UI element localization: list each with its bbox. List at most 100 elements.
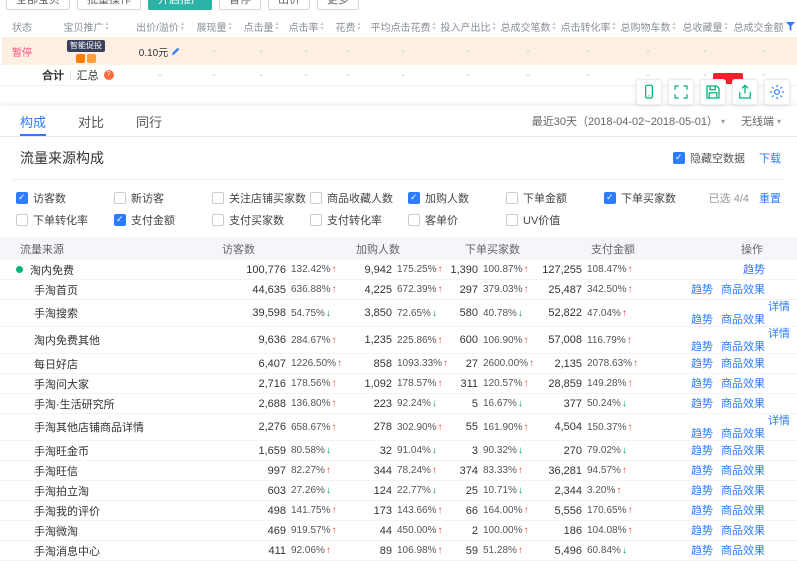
ad-column-header[interactable]: 总收藏量▴▾ [678,19,732,34]
ad-column-header[interactable]: 点击转化率▴▾ [558,19,618,34]
selected-count: 已选 4/4 [709,190,749,206]
ad-column-header[interactable]: 展现量▴▾ [190,19,238,34]
filter-checkbox[interactable] [16,192,28,204]
date-range-select[interactable]: 最近30天（2018-04-02~2018-05-01） ▾ [532,113,725,129]
ad-toolbar-button[interactable]: 更多 [317,0,359,10]
action-link[interactable]: 商品效果 [721,398,765,410]
cart-cell: 89106.98%↑ [348,545,450,557]
action-link[interactable]: 趋势 [691,485,713,497]
action-link[interactable]: 商品效果 [721,358,765,370]
tab-peers[interactable]: 同行 [136,106,162,136]
share-button[interactable] [732,79,758,105]
filter-checkbox[interactable] [114,214,126,226]
filter-checkbox[interactable] [408,192,420,204]
hide-empty-checkbox[interactable] [673,152,685,164]
action-link[interactable]: 商品效果 [721,314,765,326]
action-link[interactable]: 详情 [768,328,790,340]
tab-composition[interactable]: 构成 [20,106,46,136]
action-link[interactable]: 商品效果 [721,284,765,296]
action-link[interactable]: 商品效果 [721,525,765,537]
ad-column-header[interactable]: 宝贝推广▴▾ [42,19,130,34]
filter-checkbox[interactable] [16,214,28,226]
action-link[interactable]: 详情 [768,301,790,313]
change-percent: 284.67% [291,335,330,346]
ad-column-header[interactable]: 出价/溢价▴▾ [130,19,190,34]
filter-checkbox[interactable] [212,214,224,226]
action-link[interactable]: 趋势 [691,341,713,353]
action-link[interactable]: 趋势 [691,545,713,557]
ad-column-header[interactable]: 平均点击花费▴▾ [368,19,438,34]
ad-column-header[interactable]: 投入产出比▴▾ [438,19,498,34]
filter-checkbox[interactable] [310,214,322,226]
save-button[interactable] [700,79,726,105]
action-link[interactable]: 趋势 [691,505,713,517]
action-link[interactable]: 商品效果 [721,428,765,440]
action-link[interactable]: 趋势 [691,525,713,537]
empty-value: - [158,70,161,81]
ad-column-label: 投入产出比 [440,19,490,34]
terminal-select[interactable]: 无线端 ▾ [741,113,781,129]
column-header-order-buyers: 下单买家数 [450,241,530,257]
filter-checkbox[interactable] [114,192,126,204]
filter-checkbox[interactable] [506,192,518,204]
info-icon[interactable]: ? [104,70,114,80]
ad-column-header[interactable]: 点击率▴▾ [284,19,328,34]
action-links-top: 详情 [768,415,797,427]
trend-up-arrow: ↑ [326,465,331,476]
action-link[interactable]: 详情 [768,415,790,427]
action-link[interactable]: 商品效果 [721,465,765,477]
reset-link[interactable]: 重置 [759,190,781,206]
action-link[interactable]: 趋势 [691,398,713,410]
filter-checkbox[interactable] [506,214,518,226]
ad-column-header[interactable]: 点击量▴▾ [238,19,284,34]
ad-column-header[interactable]: 总购物车数▴▾ [618,19,678,34]
ad-toolbar-button[interactable]: 暂停 [219,0,261,10]
action-link[interactable]: 商品效果 [721,545,765,557]
filter-checkbox[interactable] [212,192,224,204]
action-link[interactable]: 商品效果 [721,341,765,353]
tab-label: 对比 [78,112,104,131]
fullscreen-icon [672,83,690,101]
action-link[interactable]: 趋势 [691,428,713,440]
action-link[interactable]: 商品效果 [721,505,765,517]
ad-column-header[interactable]: 总成交笔数▴▾ [498,19,558,34]
ad-column-header[interactable]: 花费▴▾ [328,19,368,34]
ad-toolbar-button[interactable]: 开启推广 [148,0,212,10]
change-percent: 2600.00% [483,358,528,369]
empty-value: - [259,46,262,57]
metric-change: 82.27%↑ [291,465,331,476]
action-link[interactable]: 趋势 [691,378,713,390]
bid-amount: 0.10元 [139,44,168,59]
ad-column-header[interactable]: 总成交金额 [732,19,796,34]
action-link[interactable]: 商品效果 [721,485,765,497]
mobile-preview-button[interactable] [636,79,662,105]
table-row: 淘内免费其他9,636284.67%↑1,235225.86%↑600106.9… [0,327,797,354]
action-link[interactable]: 趋势 [691,465,713,477]
ad-toolbar-button[interactable]: 出价 [268,0,310,10]
action-link[interactable]: 趋势 [691,358,713,370]
action-link[interactable]: 趋势 [743,264,765,276]
trend-up-arrow: ↑ [627,335,632,346]
ad-column-header[interactable]: 状态 [2,19,42,34]
ad-toolbar-button[interactable]: 批量操作 [77,0,141,10]
action-link[interactable]: 商品效果 [721,378,765,390]
edit-pencil-icon[interactable] [171,46,181,56]
filter-checkbox[interactable] [408,214,420,226]
filter-checkbox[interactable] [604,192,616,204]
metric-change: 342.50%↑ [587,284,632,295]
download-link[interactable]: 下载 [759,150,781,166]
ad-toolbar-button[interactable]: 全部宝贝 [6,0,70,10]
tab-compare[interactable]: 对比 [78,106,104,136]
source-cell: 淘内免费其他 [0,332,210,348]
sort-icon: ▴▾ [552,22,555,32]
metric-change: 450.00%↑ [397,525,442,536]
settings-button[interactable] [764,79,790,105]
filter-checkbox[interactable] [310,192,322,204]
action-link[interactable]: 商品效果 [721,445,765,457]
change-percent: 60.84% [587,545,621,556]
action-link[interactable]: 趋势 [691,445,713,457]
fullscreen-button[interactable] [668,79,694,105]
action-link[interactable]: 趋势 [691,284,713,296]
action-link[interactable]: 趋势 [691,314,713,326]
change-percent: 150.37% [587,422,626,433]
